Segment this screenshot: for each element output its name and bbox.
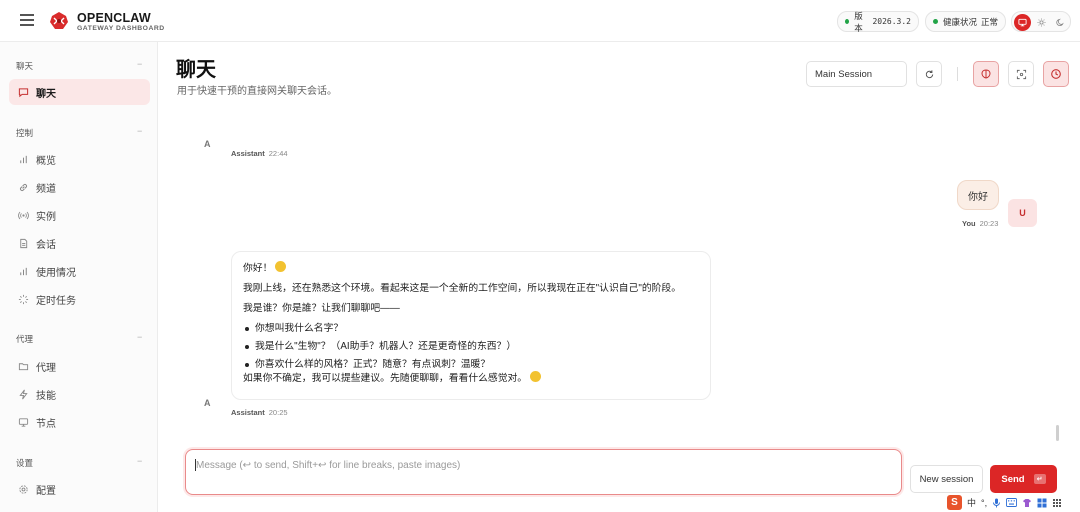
sidebar-section-settings: 设置 (16, 458, 34, 468)
top-bar: OPENCLAW GATEWAY DASHBOARD 版本 2026.3.2 健… (0, 0, 1080, 42)
page-title: 聊天 (176, 59, 216, 81)
sidebar-item-nodes[interactable]: 节点 (9, 409, 150, 435)
smile-emoji-icon (530, 371, 542, 382)
avatar: A (204, 398, 211, 408)
collapse-icon[interactable]: − (137, 456, 142, 466)
avatar: A (204, 139, 211, 149)
ime-toolbar: S 中 °, (945, 493, 1080, 512)
sidebar-item-sessions[interactable]: 会话 (9, 230, 150, 256)
focus-mode-button[interactable] (1008, 61, 1034, 87)
sogou-logo-icon[interactable]: S (947, 495, 962, 510)
sidebar-section-control: 控制 (16, 128, 34, 138)
sidebar-section-chat: 聊天 (16, 61, 34, 71)
loader-icon (17, 293, 29, 305)
page-subtitle: 用于快速干预的直接网关聊天会话。 (177, 86, 337, 97)
focus-icon (1016, 69, 1026, 79)
microphone-icon[interactable] (992, 498, 1001, 508)
broadcast-icon (17, 209, 29, 221)
sidebar-item-config[interactable]: 配置 (9, 476, 150, 502)
shirt-skin-icon[interactable] (1022, 498, 1032, 508)
sidebar-item-usage[interactable]: 使用情况 (9, 258, 150, 284)
status-dot-icon (845, 19, 850, 24)
list-item: 你喜欢什么样的风格？正式？随意？有点讽刺？温暖？ (243, 358, 699, 371)
message-composer[interactable] (185, 449, 902, 495)
collapse-icon[interactable]: − (137, 126, 142, 136)
collapse-icon[interactable]: − (137, 59, 142, 69)
monitor-icon (17, 416, 29, 428)
link-icon (17, 181, 29, 193)
version-badge: 版本 2026.3.2 (837, 11, 919, 33)
brand-title: OPENCLAW (77, 11, 151, 25)
message-paragraph: 我刚上线，还在熟悉这个环境。看起来这是一个全新的工作空间，所以我现在正在"认识自… (243, 283, 682, 294)
bar-chart-icon (17, 153, 29, 165)
chat-icon (17, 86, 29, 98)
list-item: 你想叫我什么名字？ (243, 322, 699, 335)
sidebar-item-overview[interactable]: 概览 (9, 146, 150, 172)
enter-key-icon: ↵ (1033, 474, 1046, 484)
toolbar-divider (957, 67, 958, 81)
sidebar-item-chat[interactable]: 聊天 (9, 79, 150, 105)
ime-language-toggle[interactable]: 中 (967, 496, 976, 509)
chat-scrollbar[interactable] (1056, 425, 1059, 441)
moon-icon (1056, 18, 1064, 26)
message-closing: 如果你不确定，我可以提些建议。先随便聊聊，看看什么感觉对。 (243, 371, 699, 385)
theme-switcher (1011, 11, 1071, 32)
new-session-button[interactable]: New session (910, 465, 983, 493)
sidebar: 聊天 − 聊天 控制 − 概览 频道 实例 会话 使用情况 定时任务 代理 − … (0, 42, 158, 512)
brain-icon (981, 69, 991, 79)
message-input[interactable] (196, 460, 891, 471)
sidebar-item-instances[interactable]: 实例 (9, 202, 150, 228)
message-meta: You 20:23 (962, 219, 999, 228)
session-select[interactable]: Main Session (806, 61, 907, 87)
toolbox-grid-icon[interactable] (1037, 498, 1047, 508)
refresh-button[interactable] (916, 61, 942, 87)
message-list: 你想叫我什么名字？ 我是什么"生物"？（AI助手？机器人？还是更奇怪的东西？） … (243, 322, 699, 371)
monitor-icon (1018, 18, 1027, 27)
message-meta: Assistant 22:44 (231, 149, 288, 158)
openclaw-logo-icon (50, 12, 68, 29)
theme-dark-button[interactable] (1052, 14, 1069, 31)
gear-icon (17, 483, 29, 495)
document-icon (17, 237, 29, 249)
list-item: 我是什么"生物"？（AI助手？机器人？还是更奇怪的东西？） (243, 340, 699, 353)
sidebar-item-cron[interactable]: 定时任务 (9, 286, 150, 312)
sun-icon (1037, 18, 1046, 27)
message-meta: Assistant 20:25 (231, 408, 288, 417)
status-dot-icon (933, 19, 938, 24)
send-button[interactable]: Send ↵ (990, 465, 1057, 493)
ime-punctuation-toggle[interactable]: °, (981, 498, 987, 508)
avatar: U (1008, 199, 1037, 227)
history-button[interactable] (1043, 61, 1069, 87)
bar-chart-icon (17, 265, 29, 277)
sidebar-item-skills[interactable]: 技能 (9, 381, 150, 407)
text-caret (195, 459, 196, 471)
message-greeting: 你好！ (243, 261, 699, 275)
grid-menu-icon[interactable] (1052, 498, 1062, 508)
thinking-toggle-button[interactable] (973, 61, 999, 87)
waving-hand-emoji-icon (275, 261, 287, 272)
theme-system-button[interactable] (1014, 14, 1031, 31)
hamburger-menu-icon[interactable] (20, 14, 34, 26)
keyboard-icon[interactable] (1006, 498, 1018, 507)
collapse-icon[interactable]: − (137, 332, 142, 342)
refresh-icon (925, 69, 933, 78)
sidebar-item-agents[interactable]: 代理 (9, 353, 150, 379)
theme-light-button[interactable] (1033, 14, 1050, 31)
user-message-bubble: 你好 (957, 180, 999, 210)
message-paragraph: 我是谁？你是誰？让我们聊聊吧—— (243, 303, 400, 314)
brand-subtitle: GATEWAY DASHBOARD (77, 25, 165, 32)
assistant-message-bubble: 你好！ 我刚上线，还在熟悉这个环境。看起来这是一个全新的工作空间，所以我现在正在… (231, 251, 711, 400)
sidebar-section-agents: 代理 (16, 334, 34, 344)
sidebar-item-channels[interactable]: 频道 (9, 174, 150, 200)
clock-icon (1051, 69, 1061, 79)
health-badge: 健康状况 正常 (925, 11, 1006, 32)
folder-icon (17, 360, 29, 372)
bolt-icon (17, 388, 29, 400)
